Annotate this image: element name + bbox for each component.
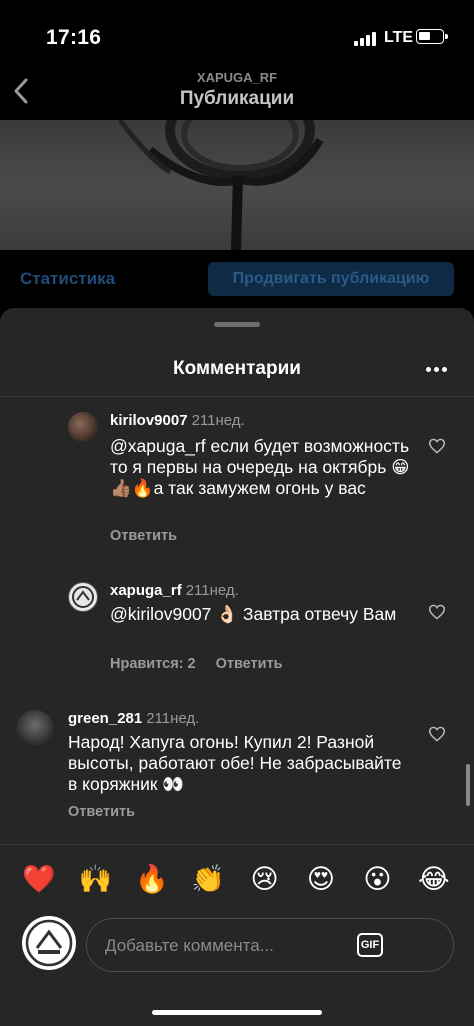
reply-button[interactable]: Ответить: [216, 656, 283, 672]
page-title: Публикации: [179, 88, 295, 109]
post-actions: Статистика Продвигать публикацию: [0, 250, 474, 310]
reaction-emoji[interactable]: 😂: [416, 862, 452, 898]
scrollbar[interactable]: [466, 764, 470, 806]
comment-item: kirilov9007 211нед. @xapuga_rf если будет…: [0, 404, 474, 554]
comment-item: green_281 211нед. Народ! Хапуга огонь! Ку…: [0, 704, 474, 834]
status-time: 17:16: [46, 26, 102, 49]
reply-button[interactable]: Ответить: [68, 804, 135, 820]
home-indicator: [152, 1010, 322, 1015]
comment-username[interactable]: green_281: [68, 710, 142, 727]
reaction-emoji[interactable]: 😍: [303, 862, 339, 898]
reaction-bar: ❤️ 🙌 🔥 👏 😢 😍 😮 😂: [0, 862, 474, 898]
likes-count[interactable]: Нравится: 2: [110, 656, 196, 672]
comment-text: Народ! Хапуга огонь! Купил 2! Разной выс…: [68, 732, 402, 794]
heart-icon[interactable]: [428, 438, 446, 454]
my-avatar: [22, 916, 76, 970]
reaction-emoji[interactable]: 👏: [190, 862, 226, 898]
reaction-emoji[interactable]: ❤️: [21, 862, 57, 898]
network-type: LTE: [384, 29, 414, 46]
reply-button[interactable]: Ответить: [110, 528, 177, 544]
post-image: [0, 120, 474, 250]
comment-composer: GIF: [86, 918, 454, 973]
signal-icon: [354, 30, 376, 46]
heart-icon[interactable]: [428, 726, 446, 742]
heart-icon[interactable]: [428, 604, 446, 620]
reaction-emoji[interactable]: 😢: [247, 862, 283, 898]
sheet-title: Комментарии: [173, 358, 301, 379]
comment-time: 211нед.: [191, 412, 245, 429]
gif-button[interactable]: GIF: [357, 933, 383, 957]
comment-time: 211нед.: [185, 582, 239, 599]
comment-text: @xapuga_rf если будет возможность то я п…: [110, 436, 410, 498]
avatar[interactable]: [68, 412, 98, 442]
statistics-link[interactable]: Статистика: [20, 269, 115, 289]
reaction-emoji[interactable]: 🙌: [77, 862, 113, 898]
comment-username[interactable]: xapuga_rf: [110, 582, 182, 599]
comment-time: 211нед.: [146, 710, 200, 727]
avatar[interactable]: [16, 710, 54, 748]
header: XAPUGA_RF Публикации: [0, 62, 474, 120]
comment-input[interactable]: [103, 919, 347, 973]
reaction-emoji[interactable]: 😮: [359, 862, 395, 898]
battery-icon: [416, 29, 448, 44]
comment-text: @kirilov9007 👌🏻 Завтра отвечу Вам: [110, 604, 397, 624]
comment-item: xapuga_rf 211нед. @kirilov9007 👌🏻 Завтра …: [0, 574, 474, 684]
comment-username[interactable]: kirilov9007: [110, 412, 188, 429]
reaction-emoji[interactable]: 🔥: [134, 862, 170, 898]
status-bar: 17:16 LTE: [0, 0, 474, 70]
avatar[interactable]: [68, 582, 98, 612]
promote-button[interactable]: Продвигать публикацию: [208, 262, 454, 296]
divider: [0, 396, 474, 397]
divider: [0, 844, 474, 845]
more-options-button[interactable]: [426, 360, 450, 380]
sheet-handle[interactable]: [214, 322, 260, 327]
header-username: XAPUGA_RF: [196, 70, 278, 85]
